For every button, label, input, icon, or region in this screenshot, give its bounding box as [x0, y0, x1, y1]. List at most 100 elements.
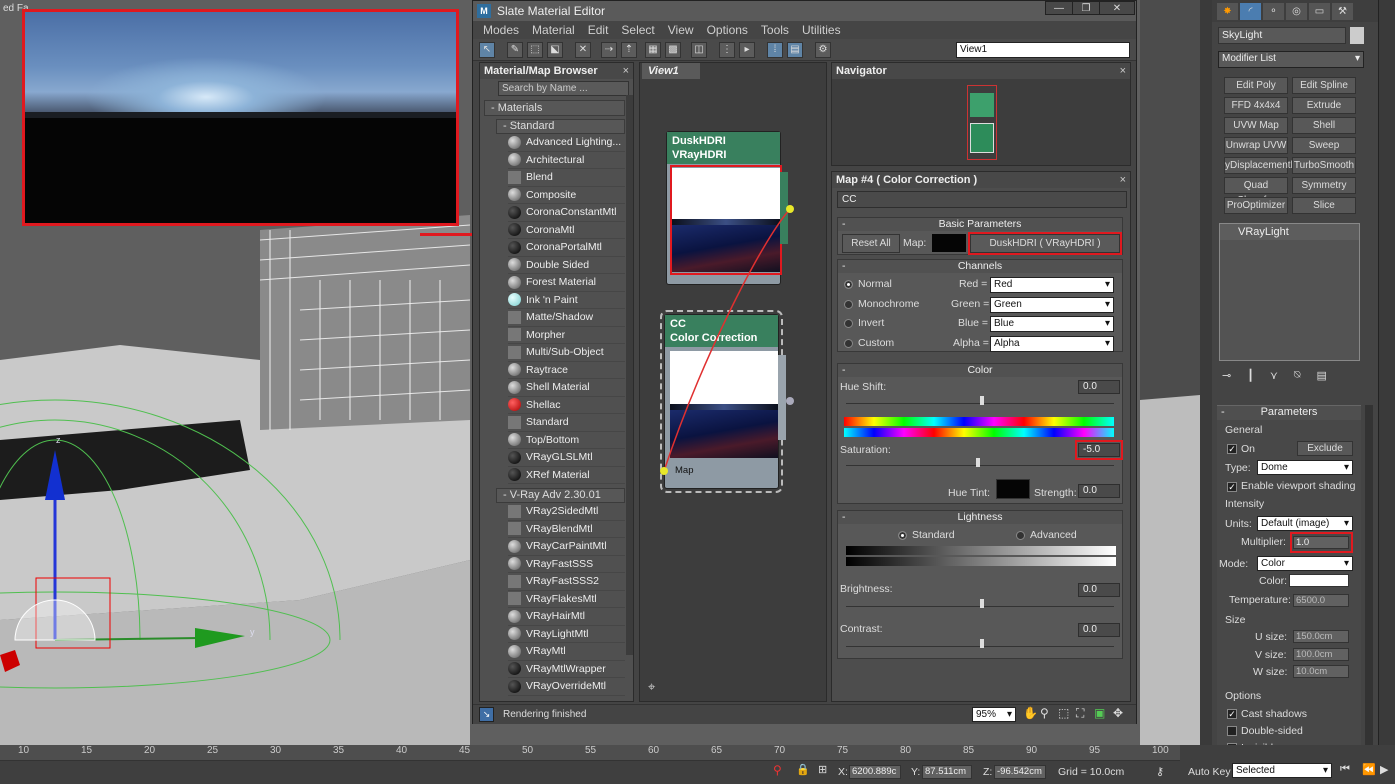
contrast-field[interactable]: 0.0	[1078, 623, 1120, 637]
modifier-button[interactable]: UVW Map	[1224, 117, 1288, 134]
material-item[interactable]: Morpher	[508, 327, 625, 344]
make-unique-icon[interactable]: ⋎	[1270, 369, 1278, 385]
slate-material-editor-window[interactable]: M Slate Material Editor — ❐ ✕ Modes Mate…	[472, 0, 1137, 724]
remove-modifier-icon[interactable]: ⍉	[1294, 369, 1301, 385]
play-icon[interactable]: ▶	[1380, 763, 1388, 776]
material-item[interactable]: VRayFastSSS	[508, 556, 625, 573]
pan-icon[interactable]: ✋	[1023, 706, 1038, 720]
menu-modes[interactable]: Modes	[483, 23, 519, 37]
hue-shift-field[interactable]: 0.0	[1078, 380, 1120, 394]
material-item[interactable]: Standard	[508, 414, 625, 432]
strength-field[interactable]: 0.0	[1078, 484, 1120, 498]
x-coordinate-field[interactable]: 6200.889c	[849, 765, 901, 779]
close-button[interactable]: ✕	[1099, 1, 1135, 15]
material-item[interactable]: Ink 'n Paint	[508, 292, 625, 309]
browser-scrollbar[interactable]	[626, 95, 633, 655]
zoom-region-icon[interactable]: ⬚	[1058, 706, 1069, 720]
material-item[interactable]: Composite	[508, 187, 625, 204]
parameters-header[interactable]: - Parameters	[1217, 406, 1361, 420]
hierarchy-tab-icon[interactable]: ⚬	[1263, 3, 1284, 20]
material-item[interactable]: Blend	[508, 169, 625, 187]
material-item[interactable]: Double Sided	[508, 257, 625, 274]
modifier-button[interactable]: Shell	[1292, 117, 1356, 134]
modifier-button[interactable]: Symmetry	[1292, 177, 1356, 194]
zoom-extents-icon[interactable]: ⛶	[1076, 706, 1084, 721]
double-sided-checkbox[interactable]	[1227, 726, 1237, 736]
pin-stack-icon[interactable]: ⊸	[1222, 369, 1231, 385]
material-item[interactable]: Multi/Sub-Object	[508, 344, 625, 362]
prev-frame-icon[interactable]: ⏪	[1362, 763, 1376, 776]
material-item[interactable]: Matte/Shadow	[508, 309, 625, 327]
modifier-button[interactable]: Extrude	[1292, 97, 1356, 114]
material-item[interactable]: Forest Material	[508, 274, 625, 292]
reset-all-button[interactable]: Reset All	[842, 234, 900, 253]
contrast-slider[interactable]	[846, 637, 1114, 648]
material-item[interactable]: VRayMtl	[508, 643, 625, 661]
material-item[interactable]: XRef Material	[508, 467, 625, 484]
modify-tab-icon[interactable]: ◜	[1240, 3, 1261, 20]
material-item[interactable]: CoronaPortalMtl	[508, 239, 625, 257]
material-item[interactable]: Shellac	[508, 397, 625, 414]
assign-material-icon[interactable]: ⬕	[547, 42, 563, 58]
parameter-editor-icon[interactable]: ▤	[787, 42, 803, 58]
modifier-button[interactable]: Sweep	[1292, 137, 1356, 154]
modifier-button[interactable]: Slice	[1292, 197, 1356, 214]
v-size-spinner[interactable]: 100.0cm	[1293, 648, 1349, 661]
material-item[interactable]: CoronaMtl	[508, 222, 625, 239]
auto-key-button[interactable]: Auto Key	[1188, 766, 1231, 778]
w-size-spinner[interactable]: 10.0cm	[1293, 665, 1349, 678]
menu-options[interactable]: Options	[707, 23, 748, 37]
zoom-icon[interactable]: ⚲	[1040, 706, 1049, 720]
menu-view[interactable]: View	[668, 23, 694, 37]
green-channel-dropdown[interactable]: Green	[990, 297, 1114, 313]
material-item[interactable]: VRayLightMtl	[508, 626, 625, 643]
move-children-icon[interactable]: ⇢	[601, 42, 617, 58]
show-map-icon[interactable]: ▦	[645, 42, 661, 58]
object-color-swatch[interactable]	[1350, 27, 1364, 44]
modifier-button[interactable]: Quad Chamfer	[1224, 177, 1288, 206]
color-title[interactable]: Color	[967, 364, 992, 376]
absolute-mode-icon[interactable]: ⊞	[818, 763, 827, 776]
pick-material-icon[interactable]: ✎	[507, 42, 523, 58]
on-checkbox[interactable]: ✓	[1227, 444, 1237, 454]
radio-invert[interactable]	[844, 319, 853, 328]
menu-select[interactable]: Select	[621, 23, 654, 37]
view-select-dropdown[interactable]: View1	[956, 42, 1130, 58]
zoom-extents-selected-icon[interactable]: ▣	[1094, 706, 1105, 720]
exclude-button[interactable]: Exclude	[1297, 441, 1353, 456]
category-materials[interactable]: - Materials	[484, 100, 625, 116]
u-size-spinner[interactable]: 150.0cm	[1293, 630, 1349, 643]
select-by-material-icon[interactable]: ⚙	[815, 42, 831, 58]
radio-standard[interactable]	[898, 531, 907, 540]
utilities-tab-icon[interactable]: ⚒	[1332, 3, 1353, 20]
menu-tools[interactable]: Tools	[761, 23, 789, 37]
modifier-button[interactable]: yDisplacementl	[1224, 157, 1293, 174]
material-item[interactable]: VRayFlakesMtl	[508, 591, 625, 608]
group-vray[interactable]: - V-Ray Adv 2.30.01	[496, 488, 625, 503]
selection-set-dropdown[interactable]: Selected	[1232, 763, 1332, 778]
maximize-button[interactable]: ❐	[1072, 1, 1100, 15]
background-icon[interactable]: ▩	[665, 42, 681, 58]
mode-dropdown[interactable]: Color	[1257, 556, 1353, 571]
modifier-list-dropdown[interactable]: Modifier List	[1218, 51, 1364, 68]
channels-title[interactable]: Channels	[958, 260, 1002, 272]
motion-tab-icon[interactable]: ◎	[1286, 3, 1307, 20]
material-item[interactable]: CoronaConstantMtl	[508, 204, 625, 222]
radio-advanced[interactable]	[1016, 531, 1025, 540]
material-item[interactable]: VRayBlendMtl	[508, 521, 625, 538]
z-coordinate-field[interactable]: -96.542cm	[994, 765, 1046, 779]
modifier-button[interactable]: FFD 4x4x4	[1224, 97, 1288, 114]
map-swatch[interactable]	[932, 234, 966, 252]
blue-channel-dropdown[interactable]: Blue	[990, 316, 1114, 332]
lock-icon[interactable]: 🔒	[796, 763, 810, 776]
params-close-icon[interactable]: ×	[1120, 172, 1126, 188]
modifier-button[interactable]: TurboSmooth	[1292, 157, 1356, 174]
menu-edit[interactable]: Edit	[588, 23, 609, 37]
cast-shadows-checkbox[interactable]: ✓	[1227, 709, 1237, 719]
material-item[interactable]: Raytrace	[508, 362, 625, 379]
brightness-field[interactable]: 0.0	[1078, 583, 1120, 597]
y-coordinate-field[interactable]: 87.511cm	[922, 765, 972, 779]
red-channel-dropdown[interactable]: Red	[990, 277, 1114, 293]
layout-all-icon[interactable]: ◫	[691, 42, 707, 58]
browser-close-icon[interactable]: ×	[623, 63, 629, 79]
